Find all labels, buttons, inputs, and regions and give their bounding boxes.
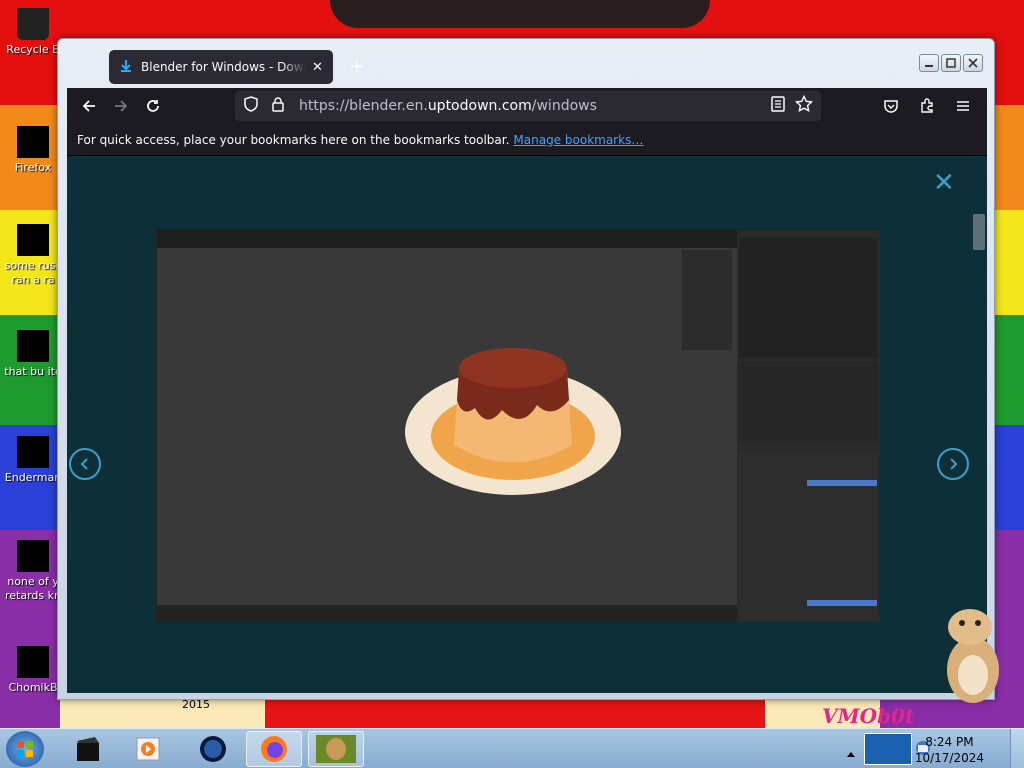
pocket-icon	[884, 100, 898, 113]
extensions-button[interactable]	[911, 90, 943, 122]
start-button[interactable]	[6, 731, 44, 767]
arrow-right-icon	[115, 100, 128, 112]
back-button[interactable]	[73, 90, 105, 122]
bookmarks-toolbar: For quick access, place your bookmarks h…	[67, 124, 987, 156]
manage-bookmarks-link[interactable]: Manage bookmarks…	[513, 133, 643, 147]
taskbar-firefox[interactable]	[246, 731, 302, 767]
reload-icon	[147, 100, 159, 112]
document-icon	[17, 224, 49, 256]
puzzle-icon	[921, 98, 933, 113]
shield-icon[interactable]	[243, 96, 259, 116]
app-icon	[17, 646, 49, 678]
forward-button[interactable]	[105, 90, 137, 122]
firefox-icon	[17, 126, 49, 158]
desktop-icon-label: Enderman	[4, 471, 62, 484]
firefox-icon	[261, 736, 287, 762]
tab-blender-download[interactable]: Blender for Windows - Download ✕	[109, 50, 333, 84]
gallery-prev-button[interactable]	[69, 448, 101, 480]
taskbar: 8:24 PM 10/17/2024	[0, 728, 1024, 768]
taskbar-globe[interactable]	[185, 731, 241, 767]
bookmarks-message: For quick access, place your bookmarks h…	[77, 132, 510, 147]
wallpaper-creature-head	[330, 0, 710, 28]
minimize-button[interactable]	[919, 54, 939, 72]
app-icon	[17, 436, 49, 468]
menu-button[interactable]	[947, 90, 979, 122]
desktop-icon-label: that bu ite	[4, 365, 62, 378]
globe-icon	[200, 736, 226, 762]
url-prefix: https://blender.en.	[299, 98, 428, 114]
folder-icon	[17, 330, 49, 362]
url-domain: uptodown.com	[427, 98, 532, 114]
clock-time: 8:24 PM	[925, 735, 974, 749]
desktop-icon-label: none of y retards kn	[5, 575, 61, 602]
close-window-button[interactable]	[963, 54, 983, 72]
new-tab-button[interactable]: +	[349, 56, 364, 77]
desktop-icon-label: some russ ran a ra	[4, 259, 62, 286]
chevron-up-icon	[847, 752, 855, 757]
app-icon	[17, 540, 49, 572]
scrollbar-thumb[interactable]	[973, 214, 985, 250]
desktop-icon-label: Firefox	[14, 161, 52, 174]
tray-thumbnail-preview[interactable]	[864, 733, 912, 765]
windows-logo-icon	[17, 741, 33, 757]
taskbar-cmd[interactable]	[60, 731, 116, 767]
taskbar-media-player[interactable]	[120, 731, 176, 767]
tab-close-button[interactable]: ✕	[312, 60, 323, 75]
hamburger-menu-icon	[957, 101, 969, 111]
taskbar-clock[interactable]: 8:24 PM 10/17/2024	[915, 734, 984, 766]
address-bar[interactable]: https://blender.en.uptodown.com/windows	[235, 91, 821, 121]
reload-button[interactable]	[137, 90, 169, 122]
gallery-close-button[interactable]: ✕	[933, 168, 955, 198]
bookmark-star-icon[interactable]	[794, 94, 814, 117]
pocket-button[interactable]	[875, 90, 907, 122]
desktop-icon-label: Recycle B	[6, 43, 60, 56]
show-hidden-icons-button[interactable]	[846, 743, 856, 762]
url-path: /windows	[531, 98, 597, 114]
box-app-icon	[316, 735, 356, 763]
media-player-icon	[136, 737, 160, 761]
chevron-right-icon	[950, 458, 958, 470]
tab-bar: Blender for Windows - Download ✕ +	[67, 48, 985, 88]
show-desktop-button[interactable]	[1010, 729, 1024, 768]
desktop-icon-label: ChomikB	[8, 681, 58, 694]
image-gallery-lightbox: ✕	[67, 156, 987, 693]
hamster-sticker-image	[942, 605, 1004, 705]
taskbar-box-app[interactable]	[308, 731, 364, 767]
window-controls	[919, 54, 983, 72]
wallpaper-bottom-red	[265, 700, 765, 730]
recycle-bin-icon	[17, 8, 49, 40]
clock-date: 10/17/2024	[914, 751, 984, 765]
wallpaper-signature: VMOb0t	[822, 704, 915, 728]
tab-title: Blender for Windows - Download	[141, 60, 306, 74]
maximize-button[interactable]	[941, 54, 961, 72]
lock-icon[interactable]	[271, 96, 285, 116]
reader-view-icon[interactable]	[771, 96, 785, 116]
gallery-next-button[interactable]	[937, 448, 969, 480]
cmd-icon	[77, 737, 99, 761]
arrow-left-icon	[82, 100, 95, 112]
chevron-left-icon	[80, 458, 88, 470]
uptodown-favicon-icon	[119, 59, 133, 76]
firefox-window: Blender for Windows - Download ✕ + http	[57, 38, 995, 700]
url-text[interactable]: https://blender.en.uptodown.com/windows	[299, 98, 597, 114]
nav-toolbar: https://blender.en.uptodown.com/windows	[67, 88, 987, 124]
blender-screenshot-image	[156, 229, 880, 622]
